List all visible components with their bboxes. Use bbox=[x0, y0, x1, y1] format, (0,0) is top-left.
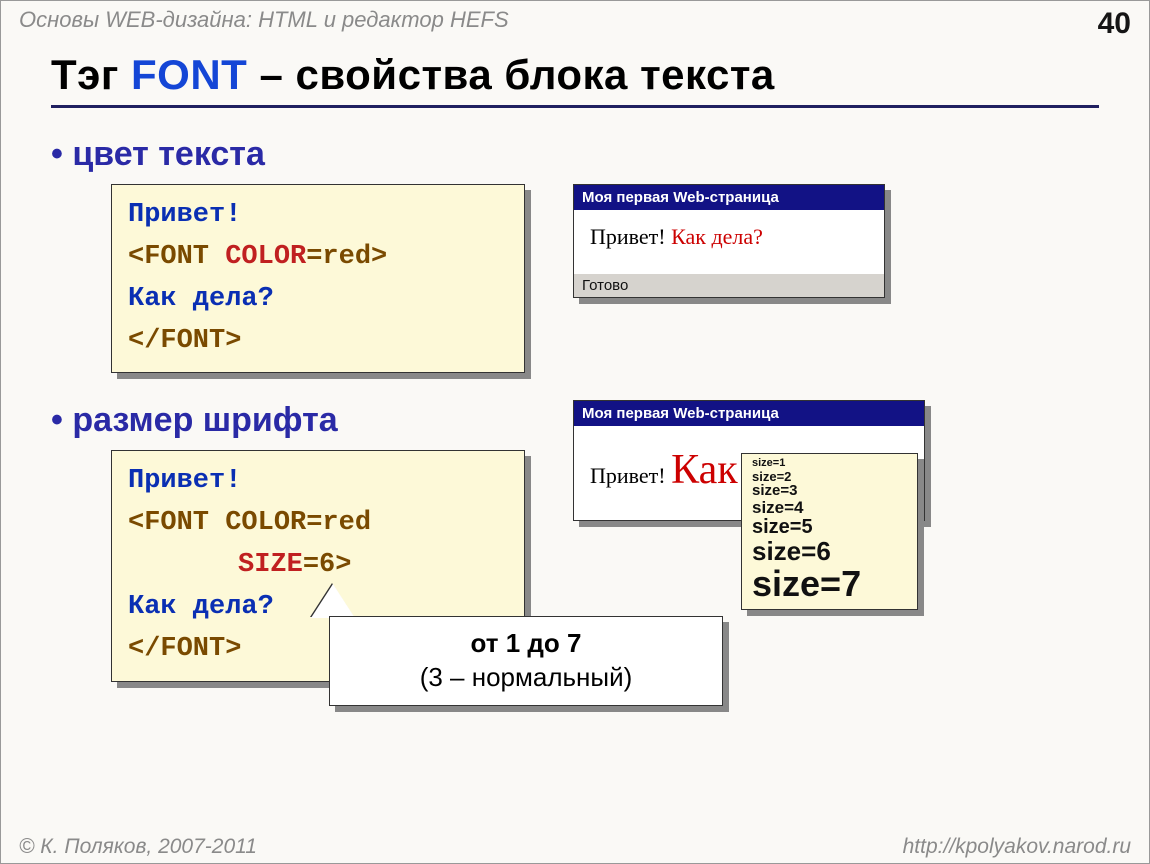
size-sample-7: size=7 bbox=[752, 565, 907, 603]
font-sizes-demo: size=1size=2size=3size=4size=5size=6size… bbox=[741, 453, 918, 610]
page-number: 40 bbox=[1098, 7, 1131, 41]
window-body: Привет! Как дела? bbox=[574, 210, 884, 272]
window-statusbar: Готово bbox=[574, 272, 884, 297]
browser-window-1: Моя первая Web-страница Привет! Как дела… bbox=[573, 184, 885, 298]
size-sample-4: size=4 bbox=[752, 499, 907, 517]
header-bar: Основы WEB-дизайна: HTML и редактор HEFS… bbox=[1, 1, 1149, 41]
window-titlebar: Моя первая Web-страница bbox=[574, 401, 924, 426]
keyword-font: FONT bbox=[131, 51, 247, 98]
callout-tail-icon bbox=[311, 584, 355, 618]
slide-title: Тэг FONT – свойства блока текста bbox=[51, 51, 1099, 108]
size-sample-5: size=5 bbox=[752, 517, 907, 538]
footer-bar: © К. Поляков, 2007-2011 http://kpolyakov… bbox=[1, 835, 1149, 859]
slide-content: цвет текста Привет! <FONT COLOR=red> Как… bbox=[51, 129, 1131, 823]
course-title: Основы WEB-дизайна: HTML и редактор HEFS bbox=[19, 7, 509, 41]
size-sample-3: size=3 bbox=[752, 483, 907, 499]
footer-url: http://kpolyakov.narod.ru bbox=[903, 835, 1131, 859]
callout-size-range: от 1 до 7 (3 – нормальный) bbox=[329, 616, 723, 706]
footer-copyright: © К. Поляков, 2007-2011 bbox=[19, 835, 257, 859]
size-sample-6: size=6 bbox=[752, 538, 907, 565]
bullet-text-color: цвет текста bbox=[51, 135, 1131, 174]
code-example-color: Привет! <FONT COLOR=red> Как дела? </FON… bbox=[111, 184, 525, 373]
window-titlebar: Моя первая Web-страница bbox=[574, 185, 884, 210]
size-sample-1: size=1 bbox=[752, 458, 907, 470]
size-sample-2: size=2 bbox=[752, 470, 907, 484]
